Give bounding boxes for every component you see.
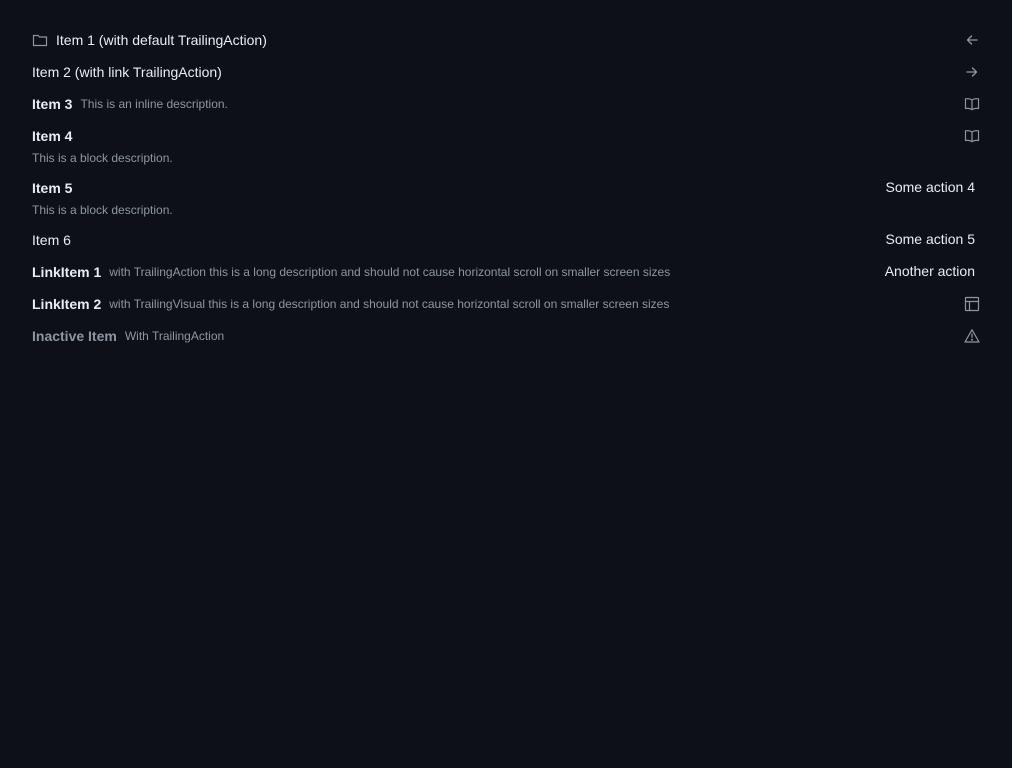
item-label: Item 1 (with default TrailingAction)	[56, 32, 267, 48]
item-content: Item 1 (with default TrailingAction)	[32, 30, 267, 50]
link-item-2[interactable]: LinkItem 2 with TrailingVisual this is a…	[16, 288, 996, 320]
list-item-4[interactable]: Item 4 This is a block description.	[16, 120, 996, 172]
list-item-1[interactable]: Item 1 (with default TrailingAction)	[16, 24, 996, 56]
list-item-5[interactable]: Item 5 This is a block description. Some…	[16, 172, 996, 224]
trailing-action-button[interactable]: Some action 5	[886, 230, 981, 248]
item-label: Item 2 (with link TrailingAction)	[32, 64, 222, 80]
inactive-item[interactable]: Inactive Item With TrailingAction	[16, 320, 996, 352]
link-item-1[interactable]: LinkItem 1 with TrailingAction this is a…	[16, 256, 996, 288]
folder-icon	[32, 32, 48, 48]
item-label: LinkItem 2	[32, 296, 102, 312]
table-icon	[956, 294, 988, 314]
book-icon	[956, 94, 988, 114]
book-icon	[956, 126, 988, 146]
list-item-2[interactable]: Item 2 (with link TrailingAction)	[16, 56, 996, 88]
inline-description: with TrailingVisual this is a long descr…	[109, 297, 670, 311]
item-label: Item 4	[32, 128, 73, 144]
inline-description: This is an inline description.	[80, 97, 228, 111]
item-content: Item 5 This is a block description.	[32, 178, 173, 218]
arrow-left-icon[interactable]	[956, 30, 988, 50]
trailing-action-button[interactable]: Another action	[885, 262, 980, 280]
item-content: Item 2 (with link TrailingAction)	[32, 62, 222, 82]
list-item-6[interactable]: Item 6 Some action 5	[16, 224, 996, 256]
item-content: Item 3 This is an inline description.	[32, 94, 228, 114]
block-description: This is a block description.	[32, 203, 173, 217]
item-content: Item 6	[32, 230, 71, 250]
item-label: Item 5	[32, 180, 73, 196]
arrow-right-icon[interactable]	[956, 62, 988, 82]
action-list: Item 1 (with default TrailingAction) Ite…	[16, 24, 996, 352]
item-content: LinkItem 1 with TrailingAction this is a…	[32, 262, 670, 282]
item-content: Inactive Item With TrailingAction	[32, 326, 224, 346]
alert-icon[interactable]	[956, 326, 988, 346]
inline-description: With TrailingAction	[124, 329, 225, 343]
list-item-3[interactable]: Item 3 This is an inline description.	[16, 88, 996, 120]
item-label: Inactive Item	[32, 328, 117, 344]
item-content: LinkItem 2 with TrailingVisual this is a…	[32, 294, 669, 314]
item-content: Item 4 This is a block description.	[32, 126, 173, 166]
item-label: LinkItem 1	[32, 264, 102, 280]
item-label: Item 3	[32, 96, 73, 112]
item-label: Item 6	[32, 232, 71, 248]
trailing-action-button[interactable]: Some action 4	[886, 178, 981, 196]
block-description: This is a block description.	[32, 151, 173, 165]
inline-description: with TrailingAction this is a long descr…	[109, 265, 671, 279]
